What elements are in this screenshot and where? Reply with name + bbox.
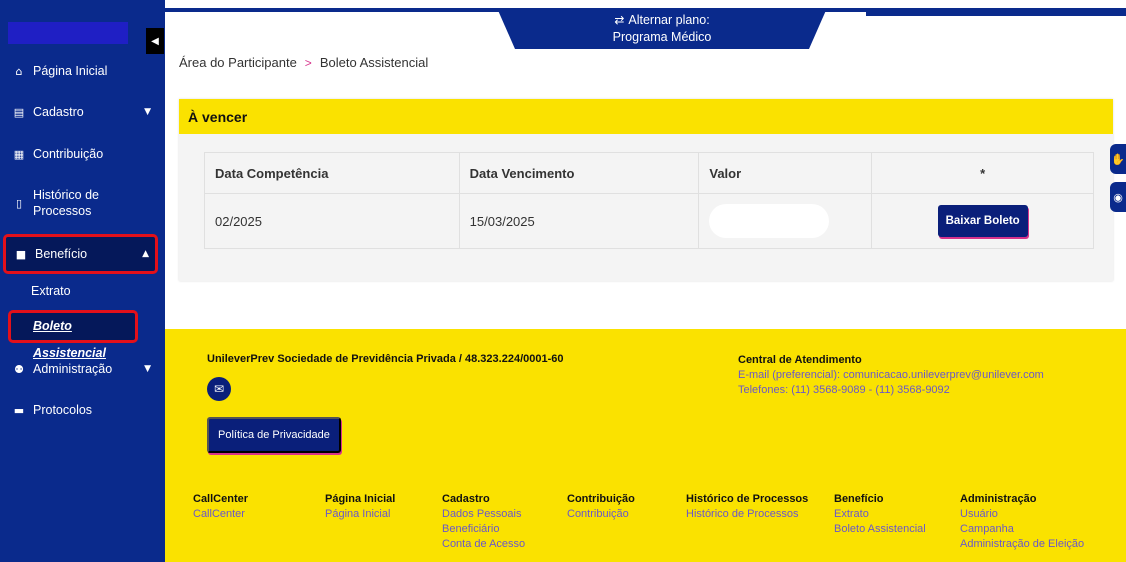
caret-left-icon[interactable]: ◀: [146, 28, 164, 54]
sidebar-item-beneficio[interactable]: ■ Benefício ▲: [3, 234, 158, 274]
plan-switch-label: Alternar plano:: [628, 13, 710, 27]
sidebar-item-label: Contribuição: [33, 147, 104, 161]
footer-column-pagina-inicial: Página Inicial Página Inicial: [325, 492, 395, 522]
cell-action: Baixar Boleto: [871, 193, 1094, 249]
footer: UnileverPrev Sociedade de Previdência Pr…: [165, 329, 1126, 562]
sidebar-item-label: Protocolos: [33, 403, 93, 417]
plan-switcher[interactable]: ⇄ Alternar plano: Programa Médico: [497, 8, 827, 49]
file-icon: ▯: [15, 196, 23, 210]
home-icon: ⌂: [15, 64, 23, 78]
footer-link[interactable]: Extrato: [834, 507, 926, 522]
swap-arrows-icon: ⇄: [614, 13, 625, 27]
redacted-value: [709, 204, 830, 238]
top-bar-accent: [866, 8, 1126, 16]
breadcrumb-current: Boleto Assistencial: [319, 55, 429, 70]
logo: [8, 22, 128, 44]
cell-vencimento: 15/03/2025: [458, 193, 700, 249]
caret-down-icon: ▼: [144, 107, 151, 117]
footer-column-beneficio: Benefício Extrato Boleto Assistencial: [834, 492, 926, 537]
sidebar-item-label: Cadastro: [33, 105, 84, 119]
inbox-icon: ▬: [13, 403, 25, 417]
users-icon: ⚉: [14, 362, 24, 376]
sidebar-item-administracao[interactable]: ⚉ Administração ▼: [0, 356, 165, 382]
footer-column-heading: Página Inicial: [325, 493, 396, 505]
plan-switcher-text: ⇄ Alternar plano: Programa Médico: [497, 12, 827, 46]
sidebar-item-historico[interactable]: ▯ Histórico de Processos: [0, 184, 165, 222]
footer-column-heading: Contribuição: [567, 493, 635, 505]
footer-company: UnileverPrev Sociedade de Previdência Pr…: [207, 353, 564, 365]
sidebar-item-label: Benefício: [35, 247, 88, 261]
sidebar-subitem-extrato[interactable]: Extrato: [0, 284, 165, 302]
sidebar-item-label: Histórico de: [33, 188, 99, 202]
boletos-table: Data Competência Data Vencimento Valor *…: [204, 152, 1094, 249]
sidebar-item-label: Página Inicial: [33, 64, 108, 78]
sidebar-item-label: Processos: [33, 204, 92, 218]
footer-link[interactable]: Usuário: [960, 507, 1084, 522]
footer-link[interactable]: Contribuição: [567, 507, 635, 522]
footer-link[interactable]: Página Inicial: [325, 507, 395, 522]
breadcrumb-separator: >: [304, 56, 312, 70]
contact-phones: Telefones: (11) 3568-9089 - (11) 3568-90…: [738, 384, 950, 396]
boletos-card: À vencer Data Competência Data Venciment…: [179, 99, 1113, 281]
footer-column-heading: Administração: [960, 493, 1037, 505]
table-row: 02/2025 15/03/2025 Baixar Boleto: [204, 193, 1094, 249]
breadcrumb: Área do Participante > Boleto Assistencial: [179, 55, 428, 70]
envelope-icon[interactable]: ✉: [207, 377, 231, 401]
sidebar-item-contribuicao[interactable]: ▦ Contribuição: [0, 141, 165, 167]
sidebar-item-label-wrap: Histórico de Processos: [33, 187, 99, 219]
cell-competencia: 02/2025: [204, 193, 460, 249]
caret-up-icon: ▲: [142, 249, 149, 259]
breadcrumb-root[interactable]: Área do Participante: [179, 55, 297, 70]
footer-column-heading: Benefício: [834, 493, 884, 505]
sidebar-item-cadastro[interactable]: ▤ Cadastro ▼: [0, 99, 165, 125]
sidebar-header: ◀: [0, 14, 165, 54]
calculator-icon: ▦: [13, 147, 25, 161]
footer-contact: Central de Atendimento E-mail (preferenc…: [738, 353, 1044, 398]
column-header: Data Competência: [204, 152, 460, 194]
download-boleto-button[interactable]: Baixar Boleto: [937, 205, 1028, 237]
sidebar-item-protocolos[interactable]: ▬ Protocolos: [0, 397, 165, 423]
footer-link[interactable]: Beneficiário: [442, 522, 525, 537]
footer-column-heading: Cadastro: [442, 493, 490, 505]
hand-icon[interactable]: ✋: [1110, 144, 1126, 174]
sidebar-item-pagina-inicial[interactable]: ⌂ Página Inicial: [0, 58, 165, 84]
footer-column-administracao: Administração Usuário Campanha Administr…: [960, 492, 1084, 552]
eye-icon[interactable]: ◉: [1110, 182, 1126, 212]
footer-link[interactable]: Campanha: [960, 522, 1084, 537]
footer-column-callcenter: CallCenter CallCenter: [193, 492, 248, 522]
privacy-policy-button[interactable]: Política de Privacidade: [207, 417, 341, 453]
column-header: *: [871, 152, 1094, 194]
sidebar-item-label: Administração: [33, 362, 113, 376]
app-root: ◀ ⌂ Página Inicial ▤ Cadastro ▼ ▦ Contri…: [0, 0, 1126, 562]
cell-valor: [698, 193, 873, 249]
footer-column-heading: CallCenter: [193, 493, 249, 505]
contact-title: Central de Atendimento: [738, 354, 862, 366]
column-header: Data Vencimento: [458, 152, 700, 194]
footer-link[interactable]: Administração de Eleição: [960, 537, 1084, 552]
column-header: Valor: [698, 152, 873, 194]
footer-link[interactable]: Dados Pessoais: [442, 507, 525, 522]
footer-link[interactable]: Boleto Assistencial: [834, 522, 926, 537]
contact-email[interactable]: E-mail (preferencial): comunicacao.unile…: [738, 368, 1044, 383]
footer-column-cadastro: Cadastro Dados Pessoais Beneficiário Con…: [442, 492, 525, 552]
sidebar: ◀ ⌂ Página Inicial ▤ Cadastro ▼ ▦ Contri…: [0, 0, 165, 562]
plan-name: Programa Médico: [612, 30, 712, 44]
footer-link[interactable]: Conta de Acesso: [442, 537, 525, 552]
footer-column-contribuicao: Contribuição Contribuição: [567, 492, 635, 522]
sidebar-subitem-boleto-assistencial[interactable]: Boleto Assistencial: [8, 310, 138, 360]
footer-column-heading: Histórico de Processos: [686, 493, 809, 505]
footer-link[interactable]: Histórico de Processos: [686, 507, 808, 522]
card-title: À vencer: [179, 99, 1113, 134]
clipboard-icon: ■: [15, 247, 27, 261]
footer-column-historico: Histórico de Processos Histórico de Proc…: [686, 492, 808, 522]
caret-down-icon: ▼: [144, 364, 151, 374]
id-card-icon: ▤: [13, 105, 25, 119]
table-header-row: Data Competência Data Vencimento Valor *: [204, 152, 1094, 194]
footer-link[interactable]: CallCenter: [193, 507, 248, 522]
